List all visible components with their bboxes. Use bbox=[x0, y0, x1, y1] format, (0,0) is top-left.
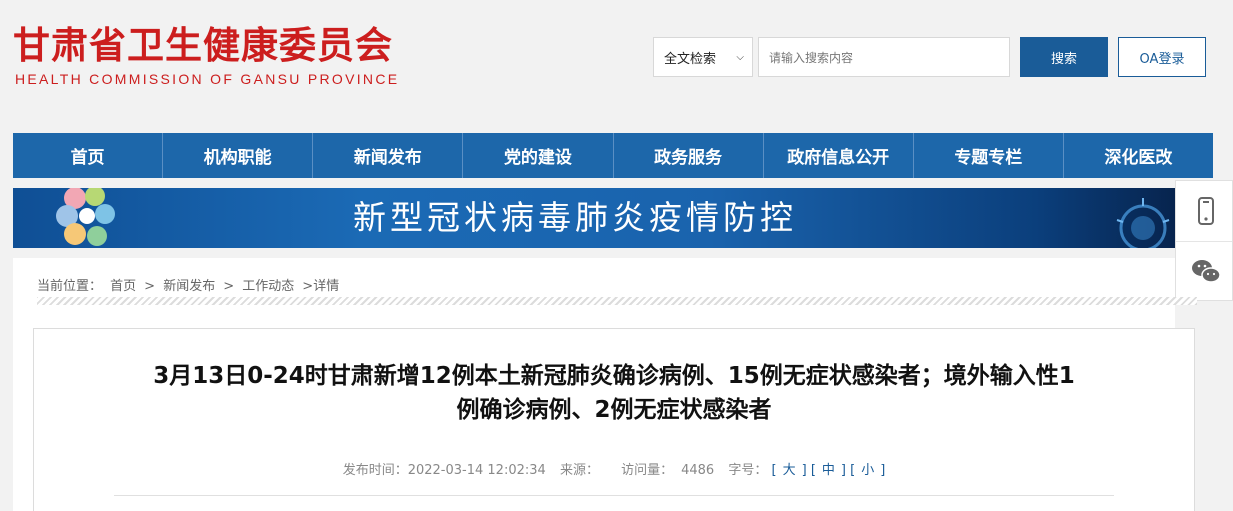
virus-graphic-icon bbox=[1116, 198, 1170, 248]
search-button[interactable]: 搜索 bbox=[1020, 37, 1108, 77]
breadcrumb-item-work[interactable]: 工作动态 bbox=[242, 279, 294, 294]
hatch-divider bbox=[37, 297, 1197, 305]
search-input[interactable]: 请输入搜索内容 bbox=[758, 37, 1010, 77]
covid-banner[interactable]: 新型冠状病毒肺炎疫情防控 bbox=[13, 188, 1175, 248]
font-small-button[interactable]: 小 bbox=[861, 463, 874, 478]
nav-item-news[interactable]: 新闻发布 bbox=[313, 133, 464, 178]
nav-item-services[interactable]: 政务服务 bbox=[614, 133, 764, 178]
phone-icon[interactable] bbox=[1190, 195, 1222, 227]
views-label: 访问量： bbox=[621, 463, 674, 478]
logo-title-cn: 甘肃省卫生健康委员会 bbox=[13, 24, 393, 67]
views-value: 4486 bbox=[681, 463, 715, 478]
source-label: 来源： bbox=[559, 463, 599, 478]
nav-item-reform[interactable]: 深化医改 bbox=[1064, 133, 1213, 178]
article-meta: 发布时间：2022-03-14 12:02:34 来源： 访问量： 4486 字号… bbox=[342, 463, 886, 478]
banner-title: 新型冠状病毒肺炎疫情防控 bbox=[353, 198, 797, 237]
search-placeholder: 请输入搜索内容 bbox=[769, 50, 854, 65]
meta-divider bbox=[114, 495, 1114, 496]
breadcrumb-item-home[interactable]: 首页 bbox=[110, 279, 136, 294]
breadcrumb-label: 当前位置： bbox=[37, 279, 103, 294]
flower-logo-icon bbox=[56, 188, 115, 246]
breadcrumb: 当前位置： 首页 > 新闻发布 > 工作动态 >详情 bbox=[37, 279, 340, 294]
font-medium-button[interactable]: 中 bbox=[822, 463, 835, 478]
search-scope-value: 全文检索 bbox=[664, 51, 717, 67]
article-title-line1: 3月13日0-24时甘肃新增12例本土新冠肺炎确诊病例、15例无症状感染者；境外… bbox=[153, 363, 1075, 389]
nav-item-topics[interactable]: 专题专栏 bbox=[914, 133, 1064, 178]
logo-title-en: HEALTH COMMISSION OF GANSU PROVINCE bbox=[15, 71, 400, 87]
breadcrumb-item-detail: 详情 bbox=[313, 279, 340, 294]
nav-item-party[interactable]: 党的建设 bbox=[463, 133, 614, 178]
search-scope-select[interactable]: 全文检索 ⌵ bbox=[653, 37, 753, 77]
font-size-label: 字号： bbox=[728, 463, 768, 478]
publish-label: 发布时间： bbox=[342, 463, 408, 478]
font-large-button[interactable]: 大 bbox=[783, 463, 796, 478]
oa-login-button[interactable]: OA登录 bbox=[1118, 37, 1206, 77]
publish-time: 2022-03-14 12:02:34 bbox=[407, 463, 546, 478]
main-nav: 首页 机构职能 新闻发布 党的建设 政务服务 政府信息公开 专题专栏 深化医改 bbox=[13, 133, 1213, 178]
article-card: 3月13日0-24时甘肃新增12例本土新冠肺炎确诊病例、15例无症状感染者；境外… bbox=[33, 328, 1195, 511]
wechat-icon[interactable] bbox=[1190, 255, 1222, 287]
breadcrumb-item-news[interactable]: 新闻发布 bbox=[163, 279, 215, 294]
nav-item-functions[interactable]: 机构职能 bbox=[163, 133, 314, 178]
nav-item-info-disclosure[interactable]: 政府信息公开 bbox=[764, 133, 914, 178]
chevron-down-icon: ⌵ bbox=[736, 51, 744, 63]
side-panel-divider bbox=[1176, 241, 1232, 242]
nav-item-home[interactable]: 首页 bbox=[13, 133, 164, 178]
side-float-panel bbox=[1175, 180, 1233, 301]
article-title: 3月13日0-24时甘肃新增12例本土新冠肺炎确诊病例、15例无症状感染者；境外… bbox=[74, 359, 1154, 427]
article-title-line2: 例确诊病例、2例无症状感染者 bbox=[456, 397, 772, 423]
